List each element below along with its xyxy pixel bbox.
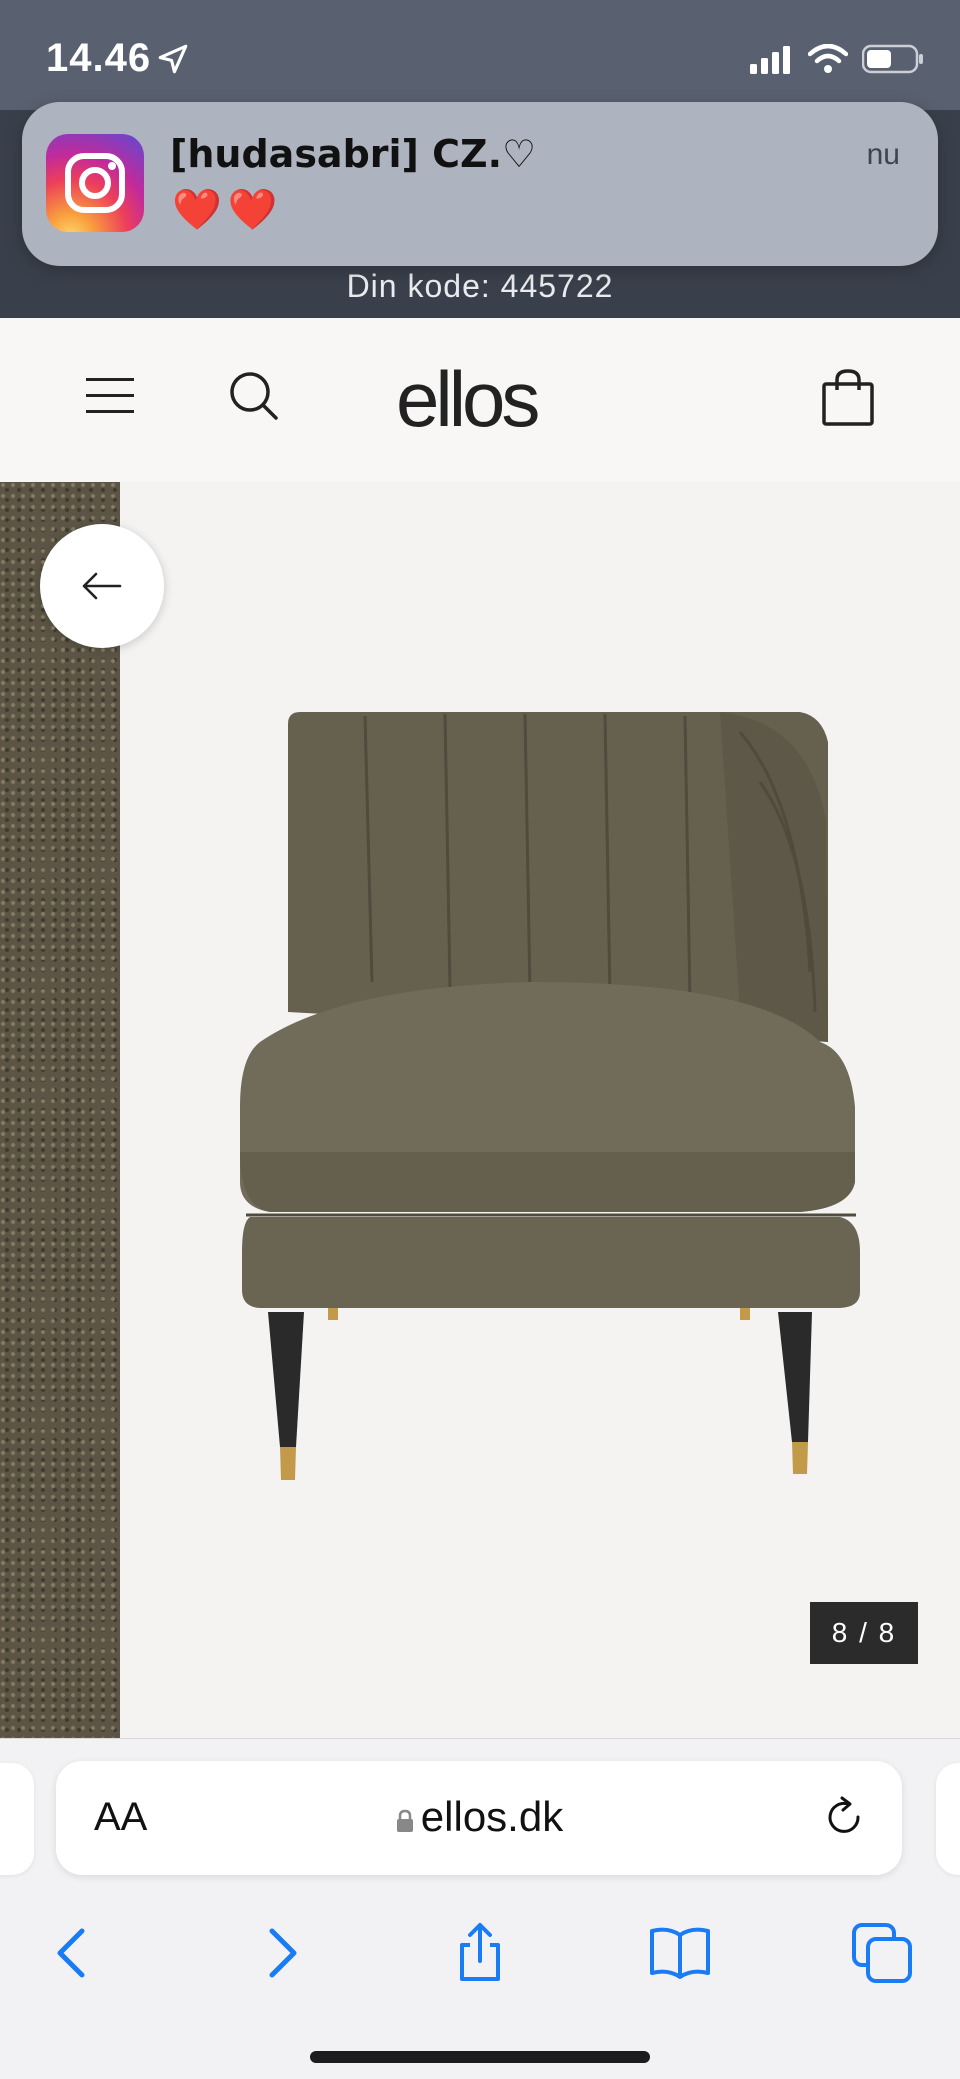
notification-title: [hudasabri] CZ.♡ xyxy=(170,132,537,176)
bookmarks-icon[interactable] xyxy=(648,1921,712,1985)
adjacent-tab-left[interactable] xyxy=(0,1763,34,1875)
browser-toolbar xyxy=(0,1899,960,2009)
product-gallery[interactable]: 8 / 8 xyxy=(0,482,960,1738)
search-icon[interactable] xyxy=(226,368,282,424)
address-bar[interactable]: AA ellos.dk xyxy=(56,1761,902,1875)
home-indicator[interactable] xyxy=(310,2051,650,2063)
browser-chrome: AA ellos.dk xyxy=(0,1738,960,2079)
menu-icon[interactable] xyxy=(86,376,136,416)
status-time: 14.46 xyxy=(46,36,152,80)
location-arrow-icon xyxy=(158,44,188,74)
back-icon[interactable] xyxy=(42,1921,106,1985)
forward-icon[interactable] xyxy=(248,1921,312,1985)
wifi-icon xyxy=(808,44,848,73)
gallery-back-button[interactable] xyxy=(40,524,164,648)
image-counter: 8 / 8 xyxy=(810,1602,918,1664)
chair-product-image xyxy=(240,712,860,1480)
arrow-left-icon xyxy=(82,572,122,600)
notification-body: ❤️❤️ xyxy=(172,188,284,232)
share-icon[interactable] xyxy=(448,1921,512,1985)
lock-icon xyxy=(396,1809,413,1832)
site-logo[interactable]: ellos xyxy=(396,354,540,445)
status-bar: 14.46 xyxy=(0,0,960,110)
notification-time: nu xyxy=(866,138,900,171)
url-field[interactable]: ellos.dk xyxy=(56,1793,902,1841)
shopping-bag-icon[interactable] xyxy=(820,368,876,428)
previous-image-texture[interactable] xyxy=(0,482,120,1738)
battery-icon xyxy=(862,44,923,74)
cellular-signal-icon xyxy=(750,46,790,74)
instagram-icon xyxy=(46,134,144,232)
push-notification[interactable]: [hudasabri] CZ.♡ ❤️❤️ nu xyxy=(22,102,938,266)
tabs-icon[interactable] xyxy=(850,1921,914,1985)
site-header: ellos xyxy=(0,318,960,482)
adjacent-tab-right[interactable] xyxy=(936,1763,960,1875)
reload-icon[interactable] xyxy=(822,1795,868,1841)
code-banner: Din kode: 445722 xyxy=(346,268,614,304)
url-text: ellos.dk xyxy=(420,1793,564,1840)
